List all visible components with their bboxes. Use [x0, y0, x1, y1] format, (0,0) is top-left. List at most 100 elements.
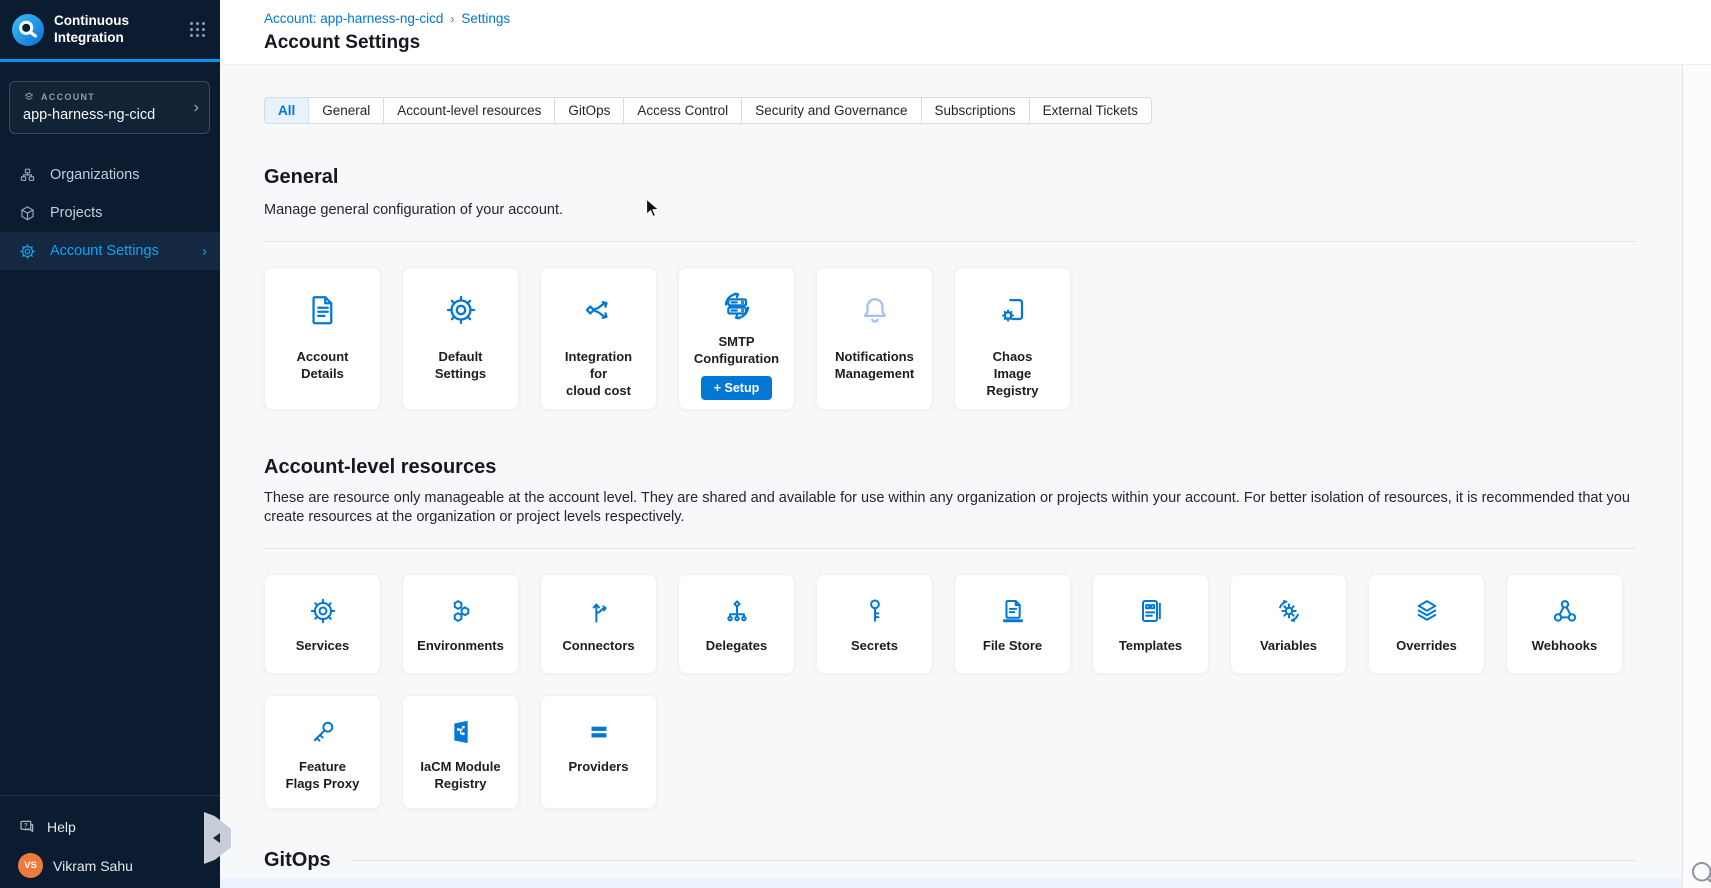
- card-label: Templates: [1115, 637, 1186, 654]
- card-label: Providers: [565, 758, 633, 775]
- settings-content: AllGeneralAccount-level resourcesGitOpsA…: [220, 65, 1711, 872]
- notifications-icon: [857, 292, 893, 328]
- secrets-icon: [859, 595, 891, 627]
- divider: [264, 548, 1637, 549]
- card-providers[interactable]: Providers: [540, 695, 657, 809]
- breadcrumb-account-link[interactable]: Account: app-harness-ng-cicd: [264, 11, 443, 26]
- tab-account-level-resources[interactable]: Account-level resources: [383, 97, 555, 124]
- svg-text:?: ?: [24, 823, 28, 830]
- general-section-description: Manage general configuration of your acc…: [264, 201, 1637, 221]
- user-name: Vikram Sahu: [53, 858, 133, 874]
- sidebar-item-account-settings[interactable]: Account Settings›: [0, 232, 220, 270]
- section-gitops: GitOps: [264, 849, 1637, 872]
- card-connectors[interactable]: Connectors: [540, 574, 657, 674]
- delegates-icon: [721, 595, 753, 627]
- cloud-cost-icon: [581, 292, 617, 328]
- sidebar-footer: ? Help VS Vikram Sahu: [0, 795, 220, 888]
- main-area: Account: app-harness-ng-cicd › Settings …: [220, 0, 1711, 888]
- divider: [264, 241, 1637, 242]
- breadcrumb-separator: ›: [450, 12, 454, 26]
- card-feature-flags-proxy[interactable]: Feature Flags Proxy: [264, 695, 381, 809]
- card-label: Overrides: [1392, 637, 1461, 654]
- harness-ci-logo[interactable]: [11, 13, 45, 47]
- brand-accent-rule: [0, 59, 220, 62]
- sidebar-item-projects[interactable]: Projects: [0, 194, 220, 232]
- card-iacm-module-registry[interactable]: IaCM Module Registry: [402, 695, 519, 809]
- general-section-title: General: [264, 166, 1637, 189]
- settings-gear-icon: [18, 242, 37, 261]
- card-delegates[interactable]: Delegates: [678, 574, 795, 674]
- feature-flags-proxy-icon: [307, 716, 339, 748]
- tab-all[interactable]: All: [264, 97, 309, 124]
- user-menu[interactable]: VS Vikram Sahu: [0, 836, 220, 888]
- providers-icon: [583, 716, 615, 748]
- card-integration-for-cloud-cost[interactable]: Integration for cloud cost: [540, 267, 657, 410]
- sidebar-header: Continuous Integration: [0, 0, 220, 59]
- card-label: Variables: [1256, 637, 1321, 654]
- card-overrides[interactable]: Overrides: [1368, 574, 1485, 674]
- section-general: General Manage general configuration of …: [264, 166, 1637, 410]
- section-account-level-resources: Account-level resources These are resour…: [264, 456, 1637, 809]
- module-grid-icon[interactable]: [189, 21, 206, 38]
- card-smtp-configuration[interactable]: SMTP Configuration + Setup: [678, 267, 795, 410]
- sidebar-item-organizations[interactable]: Organizations: [0, 156, 220, 194]
- account-name: app-harness-ng-cicd: [23, 107, 183, 123]
- account-stack-icon: [23, 91, 35, 103]
- help-button[interactable]: ? Help: [0, 796, 220, 836]
- card-label: File Store: [979, 637, 1046, 654]
- card-label: Feature Flags Proxy: [282, 758, 364, 792]
- product-title: Continuous Integration: [54, 13, 150, 46]
- account-details-icon: [305, 292, 341, 328]
- card-environments[interactable]: Environments: [402, 574, 519, 674]
- card-account-details[interactable]: Account Details: [264, 267, 381, 410]
- sidebar-item-label: Projects: [50, 205, 102, 221]
- account-selector[interactable]: ACCOUNT app-harness-ng-cicd ›: [9, 81, 210, 134]
- page-header: Account: app-harness-ng-cicd › Settings …: [220, 0, 1711, 65]
- card-label: Services: [292, 637, 354, 654]
- card-label: Notifications Management: [831, 348, 918, 382]
- card-services[interactable]: Services: [264, 574, 381, 674]
- card-label: Connectors: [558, 637, 638, 654]
- card-chaos-image-registry[interactable]: Chaos Image Registry: [954, 267, 1071, 410]
- chevron-right-icon: ›: [202, 243, 207, 260]
- card-label: Secrets: [847, 637, 902, 654]
- user-avatar: VS: [18, 853, 43, 878]
- tab-general[interactable]: General: [308, 97, 384, 124]
- help-label: Help: [47, 819, 76, 835]
- divider: [351, 860, 1637, 861]
- sidebar: Continuous Integration ACCOUNT app-harne…: [0, 0, 220, 888]
- tab-security-and-governance[interactable]: Security and Governance: [741, 97, 921, 124]
- card-secrets[interactable]: Secrets: [816, 574, 933, 674]
- tab-subscriptions[interactable]: Subscriptions: [921, 97, 1030, 124]
- services-icon: [307, 595, 339, 627]
- card-variables[interactable]: Variables: [1230, 574, 1347, 674]
- card-label: Delegates: [702, 637, 771, 654]
- iacm-registry-icon: [445, 716, 477, 748]
- chevron-right-icon: ›: [194, 99, 199, 117]
- sidebar-nav: Organizations Projects Account Settings›: [0, 156, 220, 270]
- card-label: SMTP Configuration: [690, 333, 783, 367]
- projects-icon: [18, 204, 37, 223]
- smtp-setup-button[interactable]: + Setup: [701, 376, 773, 400]
- organizations-icon: [18, 166, 37, 185]
- resources-section-title: Account-level resources: [264, 456, 1637, 479]
- card-label: IaCM Module Registry: [416, 758, 504, 792]
- connectors-icon: [583, 595, 615, 627]
- card-webhooks[interactable]: Webhooks: [1506, 574, 1623, 674]
- feedback-bubble-icon[interactable]: [1688, 856, 1711, 888]
- sidebar-item-label: Organizations: [50, 167, 139, 183]
- resources-section-description: These are resource only manageable at th…: [264, 489, 1637, 528]
- help-chat-icon: ?: [18, 818, 36, 836]
- card-notifications-management[interactable]: Notifications Management: [816, 267, 933, 410]
- tab-external-tickets[interactable]: External Tickets: [1029, 97, 1152, 124]
- card-label: Account Details: [293, 348, 353, 382]
- card-templates[interactable]: Templates: [1092, 574, 1209, 674]
- file-store-icon: [997, 595, 1029, 627]
- tab-gitops[interactable]: GitOps: [554, 97, 624, 124]
- card-file-store[interactable]: File Store: [954, 574, 1071, 674]
- card-default-settings[interactable]: Default Settings: [402, 267, 519, 410]
- card-label: Environments: [413, 637, 508, 654]
- breadcrumb-settings-link[interactable]: Settings: [461, 11, 510, 26]
- settings-tabbar: AllGeneralAccount-level resourcesGitOpsA…: [264, 97, 1152, 124]
- tab-access-control[interactable]: Access Control: [623, 97, 742, 124]
